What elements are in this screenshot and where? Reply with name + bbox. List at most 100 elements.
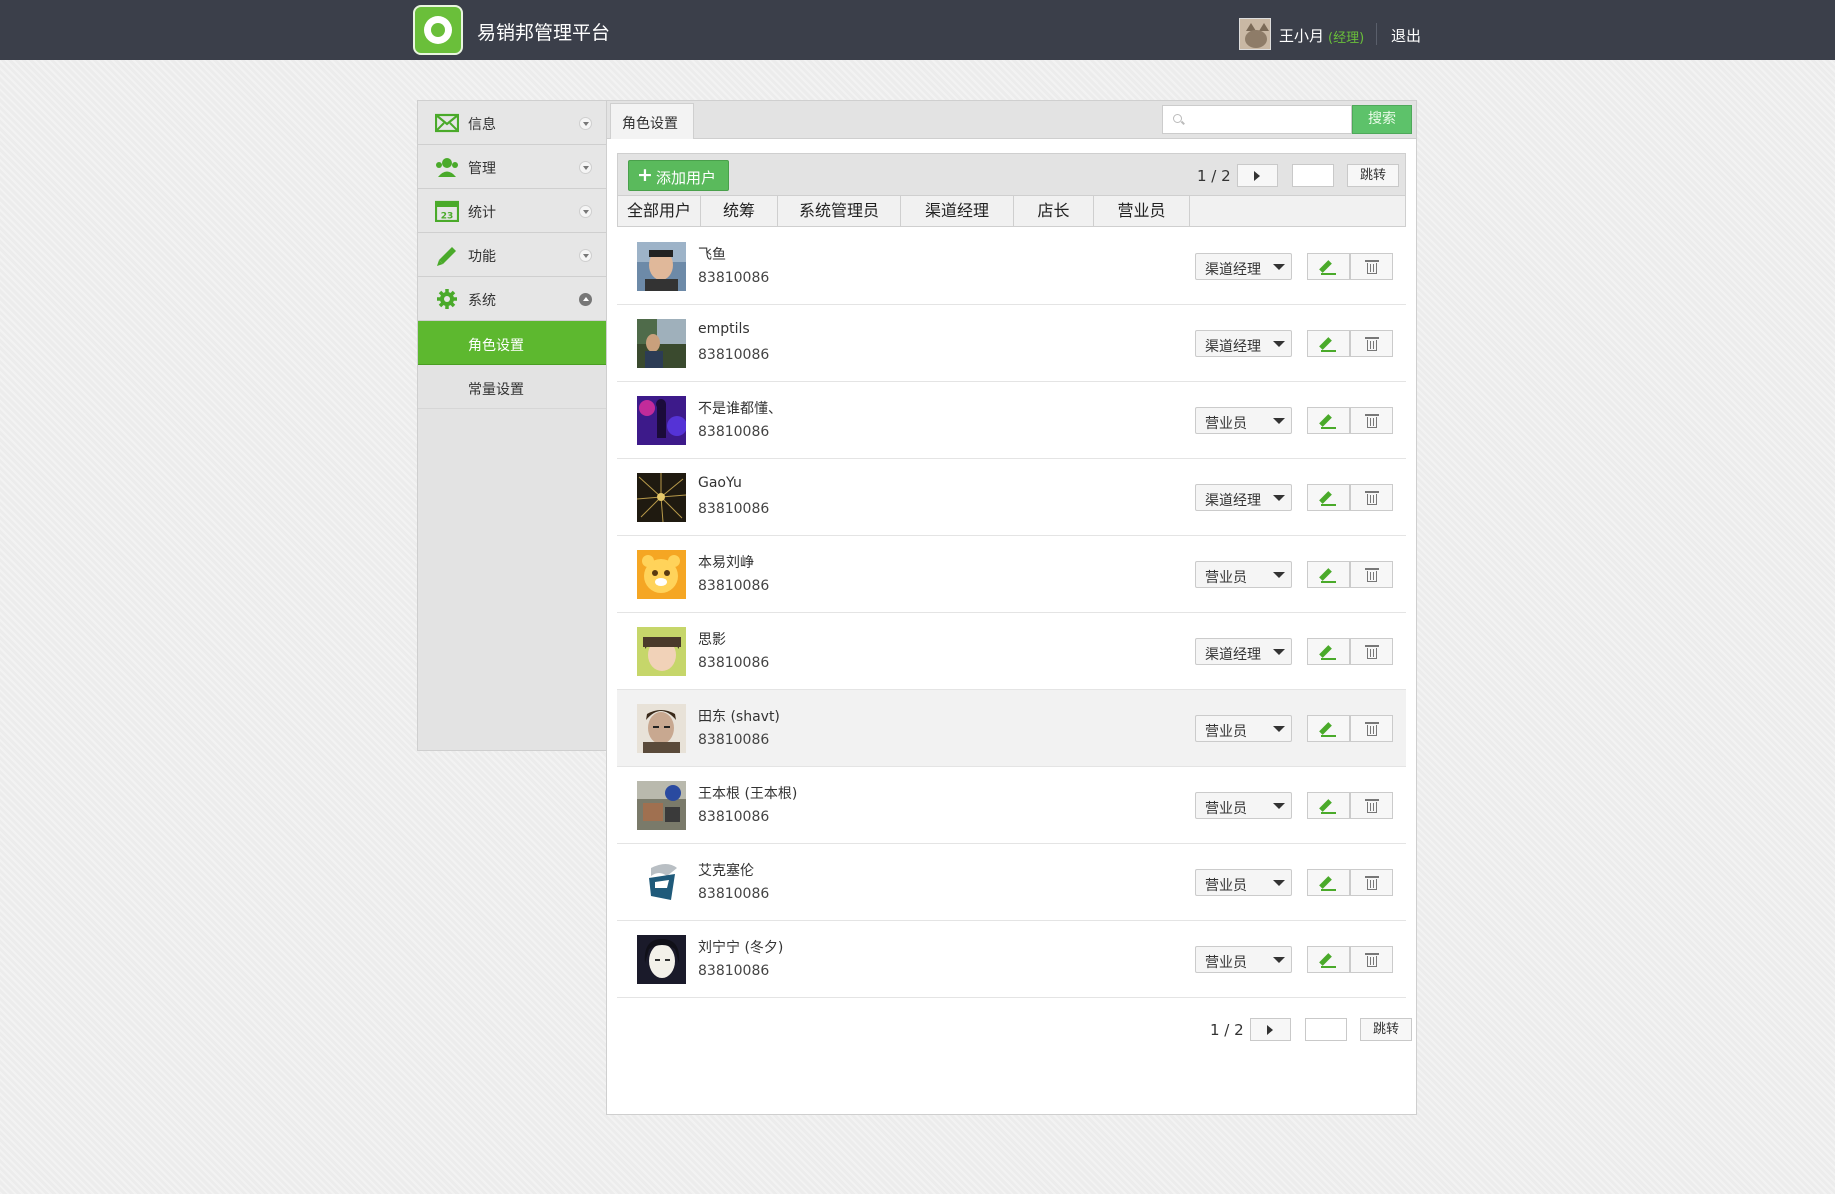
- chevron-down-icon: [579, 205, 592, 218]
- delete-button[interactable]: [1350, 561, 1393, 588]
- mail-icon: [435, 113, 459, 133]
- sidebar-item-stats[interactable]: 23 统计: [418, 189, 606, 233]
- next-page-button[interactable]: [1237, 164, 1278, 187]
- table-row[interactable]: 不是谁都懂、 83810086 营业员: [617, 382, 1406, 459]
- delete-button[interactable]: [1350, 330, 1393, 357]
- avatar[interactable]: [637, 473, 686, 522]
- sidebar-subitem-label: 角色设置: [468, 338, 524, 354]
- table-row[interactable]: 飞鱼 83810086 渠道经理: [617, 228, 1406, 305]
- avatar[interactable]: [637, 781, 686, 830]
- role-select[interactable]: 营业员: [1195, 561, 1292, 588]
- table-row[interactable]: 艾克塞伦 83810086 营业员: [617, 844, 1406, 921]
- avatar[interactable]: [637, 550, 686, 599]
- role-value: 营业员: [1205, 955, 1247, 971]
- table-row[interactable]: 思影 83810086 渠道经理: [617, 613, 1406, 690]
- sidebar-item-manage[interactable]: 管理: [418, 145, 606, 189]
- sidebar-item-functions[interactable]: 功能: [418, 233, 606, 277]
- user-avatar[interactable]: [1239, 18, 1271, 50]
- table-row[interactable]: emptils 83810086 渠道经理: [617, 305, 1406, 382]
- edit-button[interactable]: [1307, 946, 1350, 973]
- edit-button[interactable]: [1307, 407, 1350, 434]
- role-select[interactable]: 营业员: [1195, 715, 1292, 742]
- role-select[interactable]: 渠道经理: [1195, 638, 1292, 665]
- role-select[interactable]: 营业员: [1195, 869, 1292, 896]
- delete-button[interactable]: [1350, 946, 1393, 973]
- pencil-icon: [1319, 337, 1332, 350]
- user-name: 王本根 (王本根): [698, 786, 798, 802]
- edit-button[interactable]: [1307, 330, 1350, 357]
- page-number-input[interactable]: [1292, 164, 1334, 187]
- role-select[interactable]: 营业员: [1195, 946, 1292, 973]
- edit-button[interactable]: [1307, 253, 1350, 280]
- search-input[interactable]: [1162, 105, 1352, 134]
- avatar[interactable]: [637, 242, 686, 291]
- jump-button[interactable]: 跳转: [1347, 164, 1399, 187]
- role-select[interactable]: 渠道经理: [1195, 484, 1292, 511]
- jump-button[interactable]: 跳转: [1360, 1018, 1412, 1041]
- role-filter-tabs: 全部用户 统筹 系统管理员 渠道经理 店长 营业员: [617, 196, 1406, 227]
- delete-button[interactable]: [1350, 407, 1393, 434]
- avatar[interactable]: [637, 396, 686, 445]
- role-select[interactable]: 渠道经理: [1195, 330, 1292, 357]
- user-id: 83810086: [698, 501, 770, 517]
- role-select[interactable]: 营业员: [1195, 407, 1292, 434]
- filter-system-admin[interactable]: 系统管理员: [778, 196, 901, 226]
- filter-channel-manager[interactable]: 渠道经理: [901, 196, 1014, 226]
- avatar[interactable]: [637, 704, 686, 753]
- sidebar-item-system[interactable]: 系统: [418, 277, 606, 321]
- caret-down-icon: [1273, 418, 1285, 424]
- filter-coordinator[interactable]: 统筹: [701, 196, 778, 226]
- user-name[interactable]: 王小月: [1279, 25, 1324, 46]
- table-row[interactable]: 王本根 (王本根) 83810086 营业员: [617, 767, 1406, 844]
- filter-all-users[interactable]: 全部用户: [618, 196, 701, 226]
- edit-button[interactable]: [1307, 484, 1350, 511]
- pencil-icon: [1319, 799, 1332, 812]
- edit-button[interactable]: [1307, 561, 1350, 588]
- next-page-button[interactable]: [1250, 1018, 1291, 1041]
- app-logo[interactable]: [413, 5, 463, 55]
- chevron-down-icon: [579, 161, 592, 174]
- delete-button[interactable]: [1350, 253, 1393, 280]
- sidebar-item-info[interactable]: 信息: [418, 101, 606, 145]
- delete-button[interactable]: [1350, 715, 1393, 742]
- role-select[interactable]: 渠道经理: [1195, 253, 1292, 280]
- edit-button[interactable]: [1307, 869, 1350, 896]
- delete-button[interactable]: [1350, 638, 1393, 665]
- pencil-icon: [1319, 260, 1332, 273]
- page-number-input[interactable]: [1305, 1018, 1347, 1041]
- table-row[interactable]: 本易刘峥 83810086 营业员: [617, 536, 1406, 613]
- delete-button[interactable]: [1350, 792, 1393, 819]
- role-select[interactable]: 营业员: [1195, 792, 1292, 819]
- sidebar-subitem-role-settings[interactable]: 角色设置: [418, 321, 606, 365]
- pencil-icon: [437, 247, 456, 266]
- filter-sales-clerk[interactable]: 营业员: [1094, 196, 1190, 226]
- user-id: 83810086: [698, 886, 770, 902]
- search-button[interactable]: 搜索: [1352, 105, 1412, 134]
- edit-button[interactable]: [1307, 638, 1350, 665]
- tab-role-settings[interactable]: 角色设置: [610, 103, 694, 139]
- edit-button[interactable]: [1307, 715, 1350, 742]
- delete-button[interactable]: [1350, 484, 1393, 511]
- sidebar-item-label: 统计: [468, 205, 496, 221]
- delete-button[interactable]: [1350, 869, 1393, 896]
- pencil-icon: [1319, 645, 1332, 658]
- table-row[interactable]: 田东 (shavt) 83810086 营业员: [617, 690, 1406, 767]
- trash-icon: [1365, 491, 1379, 493]
- avatar[interactable]: [637, 935, 686, 984]
- tab-bar: 角色设置 搜索: [607, 101, 1416, 139]
- edit-button[interactable]: [1307, 792, 1350, 819]
- add-user-button[interactable]: + 添加用户: [628, 160, 729, 191]
- avatar[interactable]: [637, 319, 686, 368]
- avatar[interactable]: [637, 858, 686, 907]
- sidebar-subitem-constant-settings[interactable]: 常量设置: [418, 365, 606, 409]
- trash-icon: [1365, 337, 1379, 339]
- logout-link[interactable]: 退出: [1391, 25, 1421, 46]
- avatar[interactable]: [637, 627, 686, 676]
- chevron-up-icon: [579, 293, 592, 306]
- filter-store-manager[interactable]: 店长: [1014, 196, 1094, 226]
- table-row[interactable]: GaoYu 83810086 渠道经理: [617, 459, 1406, 536]
- table-row[interactable]: 刘宁宁 (冬夕) 83810086 营业员: [617, 921, 1406, 998]
- user-name: 艾克塞伦: [698, 863, 754, 879]
- trash-icon: [1365, 260, 1379, 262]
- user-role: (经理): [1328, 31, 1365, 46]
